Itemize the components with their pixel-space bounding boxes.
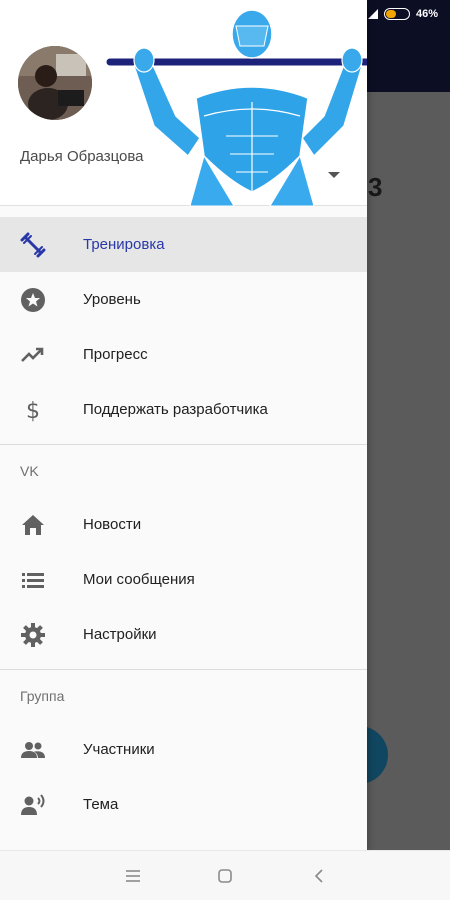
menu-item-label: Прогресс — [83, 346, 148, 363]
status-bar: 46% — [367, 0, 450, 28]
dollar-icon: $ — [20, 397, 46, 423]
gear-icon — [20, 622, 46, 648]
dumbbell-icon — [20, 232, 46, 258]
battery-percent: 46% — [415, 8, 438, 20]
drawer-header: Дарья Образцова — [0, 0, 367, 206]
menu-item-label: Участники — [83, 741, 155, 758]
menu-item-progress[interactable]: Прогресс — [0, 327, 367, 382]
speaker-person-icon — [20, 792, 46, 818]
signal-icon — [367, 9, 378, 19]
navigation-drawer: Дарья Образцова Тренировка Уровень Прогр… — [0, 0, 367, 850]
home-button[interactable] — [214, 865, 236, 887]
menu-item-messages[interactable]: Мои сообщения — [0, 552, 367, 607]
battery-icon — [383, 8, 410, 20]
menu-item-level[interactable]: Уровень — [0, 272, 367, 327]
menu-button[interactable] — [122, 865, 144, 887]
menu-item-support-developer[interactable]: $ Поддержать разработчика — [0, 382, 367, 437]
square-icon — [218, 869, 232, 883]
user-name: Дарья Образцова — [20, 148, 144, 165]
drawer-menu: Тренировка Уровень Прогресс $ Поддержать… — [0, 217, 367, 832]
menu-item-label: Тренировка — [83, 236, 165, 253]
chevron-down-icon[interactable] — [328, 172, 340, 178]
menu-item-label: Новости — [83, 516, 142, 533]
star-circle-icon — [20, 287, 46, 313]
menu-item-training[interactable]: Тренировка — [0, 217, 367, 272]
system-navigation-bar — [0, 850, 450, 900]
back-button[interactable] — [308, 865, 330, 887]
menu-item-label: Тема — [83, 796, 119, 813]
section-title-group: Группа — [20, 688, 65, 704]
people-icon — [20, 737, 46, 763]
menu-item-label: Мои сообщения — [83, 571, 195, 588]
menu-item-news[interactable]: Новости — [0, 497, 367, 552]
menu-item-settings[interactable]: Настройки — [0, 607, 367, 662]
trending-up-icon — [20, 342, 46, 368]
hamburger-icon — [126, 870, 140, 882]
list-icon — [20, 567, 46, 593]
avatar[interactable] — [18, 46, 92, 120]
menu-item-label: Уровень — [83, 291, 141, 308]
menu-item-label: Поддержать разработчика — [83, 401, 268, 418]
menu-item-label: Настройки — [83, 626, 157, 643]
menu-item-members[interactable]: Участники — [0, 722, 367, 777]
section-title-vk: VK — [20, 463, 39, 479]
chevron-left-icon — [314, 869, 323, 883]
home-icon — [20, 512, 46, 538]
menu-item-topic[interactable]: Тема — [0, 777, 367, 832]
svg-text:$: $ — [26, 399, 40, 423]
